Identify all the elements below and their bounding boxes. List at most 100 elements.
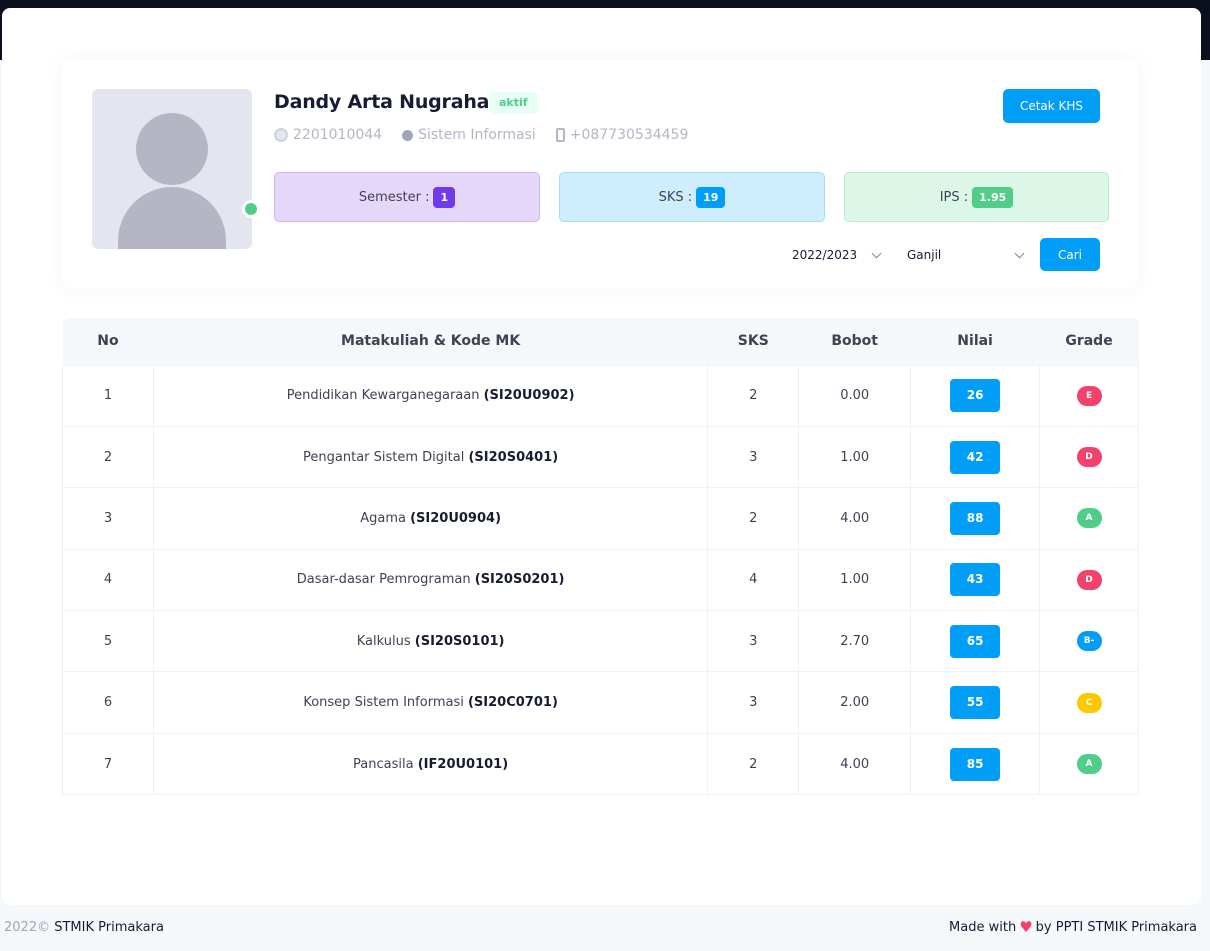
header-nilai: Nilai [910, 318, 1040, 365]
row-no: 4 [62, 548, 154, 612]
online-status-icon [242, 200, 260, 218]
footer: 2022© STMIK Primakara Made with ♥ by PPT… [0, 905, 1210, 951]
grade-badge: C [1076, 692, 1102, 713]
row-bobot: 2.70 [798, 610, 912, 673]
chevron-down-icon [871, 248, 882, 258]
year-select[interactable]: 2022/2023 [792, 240, 882, 270]
avatar-body-icon [118, 187, 226, 249]
print-khs-button[interactable]: Cetak KHS [1003, 89, 1100, 123]
year-select-value: 2022/2023 [792, 248, 858, 262]
header-no: No [62, 318, 154, 365]
grades-table: No Matakuliah & Kode MK SKS Bobot Nilai … [62, 318, 1139, 796]
course-code: (SI20S0201) [474, 572, 565, 588]
row-sks: 3 [707, 425, 800, 489]
table-row: 2 Pengantar Sistem Digital (SI20S0401) 3 1.… [62, 425, 1139, 489]
footer-credit: Made with ♥ by PPTI STMIK Primakara [949, 918, 1197, 936]
row-course: Pancasila (IF20U0101) [152, 732, 709, 796]
row-sks: 2 [707, 732, 800, 796]
score-badge: 85 [950, 747, 1001, 781]
row-nilai: 26 [910, 364, 1041, 427]
phone-icon [555, 128, 565, 142]
row-sks: 3 [707, 610, 800, 673]
table-row: 7 Pancasila (IF20U0101) 2 4.00 85 A [62, 732, 1139, 796]
chevron-down-icon [1014, 248, 1025, 258]
row-no: 5 [62, 610, 154, 673]
row-sks: 2 [707, 364, 800, 427]
header-grade: Grade [1039, 318, 1139, 365]
student-name: Dandy Arta Nugraha [274, 91, 490, 113]
nim-item: 2201010044 [274, 127, 382, 143]
score-badge: 65 [950, 624, 1001, 658]
row-no: 1 [62, 364, 154, 427]
row-sks: 3 [707, 671, 800, 734]
row-bobot: 1.00 [798, 548, 912, 612]
row-bobot: 2.00 [798, 671, 912, 734]
sks-badge: 19 [696, 186, 726, 208]
grade-badge: B- [1076, 631, 1102, 652]
table-row: 6 Konsep Sistem Informasi (SI20C0701) 3 2.0… [62, 671, 1139, 734]
course-name: Konsep Sistem Informasi [303, 695, 464, 711]
course-name: Pendidikan Kewarganegaraan [286, 388, 480, 404]
row-grade: D [1039, 548, 1139, 612]
course-name: Dasar-dasar Pemrograman [296, 572, 471, 588]
score-badge: 88 [950, 501, 1001, 535]
course-code: (SI20U0902) [483, 388, 575, 404]
ips-badge: 1.95 [972, 186, 1014, 208]
semester-stat: Semester : 1 [274, 172, 540, 222]
row-sks: 2 [707, 487, 800, 550]
row-bobot: 4.00 [798, 487, 912, 550]
row-grade: D [1039, 425, 1139, 489]
phone-item: +087730534459 [555, 127, 689, 143]
table-header-row: No Matakuliah & Kode MK SKS Bobot Nilai … [62, 318, 1139, 365]
term-select[interactable]: Ganjil [907, 240, 1025, 270]
header-sks: SKS [707, 318, 799, 365]
score-badge: 26 [950, 379, 1001, 413]
grades-body: 1 Pendidikan Kewarganegaraan (SI20U0902) 2… [62, 364, 1139, 796]
row-no: 3 [62, 487, 154, 550]
row-nilai: 65 [910, 610, 1041, 673]
course-code: (SI20S0101) [414, 633, 505, 649]
row-grade: E [1039, 364, 1139, 427]
table-row: 1 Pendidikan Kewarganegaraan (SI20U0902) 2… [62, 364, 1139, 427]
row-nilai: 42 [910, 425, 1041, 489]
row-course: Kalkulus (SI20S0101) [152, 610, 709, 673]
avatar [92, 89, 252, 249]
program-value: Sistem Informasi [418, 127, 536, 143]
footer-org[interactable]: STMIK Primakara [54, 920, 164, 935]
row-bobot: 4.00 [798, 732, 912, 796]
course-code: (SI20C0701) [467, 695, 558, 711]
course-name: Kalkulus [356, 633, 411, 649]
semester-badge: 1 [433, 186, 456, 208]
row-bobot: 0.00 [798, 364, 912, 427]
row-nilai: 85 [910, 732, 1041, 796]
row-bobot: 1.00 [798, 425, 912, 489]
row-course: Agama (SI20U0904) [152, 487, 709, 550]
row-nilai: 43 [910, 548, 1041, 612]
grade-badge: A [1076, 754, 1102, 775]
phone-value: +087730534459 [569, 127, 689, 143]
score-badge: 42 [950, 440, 1001, 474]
header-course: Matakuliah & Kode MK [153, 318, 708, 365]
ips-stat: IPS : 1.95 [844, 172, 1109, 222]
search-button[interactable]: Cari [1040, 238, 1100, 271]
grade-badge: E [1076, 385, 1102, 406]
heart-icon: ♥ [1019, 918, 1033, 936]
row-grade: B- [1039, 610, 1139, 673]
semester-label: Semester : [358, 189, 430, 205]
course-code: (SI20U0904) [410, 510, 502, 526]
footer-by[interactable]: by PPTI STMIK Primakara [1036, 920, 1197, 935]
dot-icon [402, 129, 414, 141]
row-grade: A [1039, 487, 1139, 550]
table-row: 3 Agama (SI20U0904) 2 4.00 88 A [62, 487, 1139, 550]
course-name: Pengantar Sistem Digital [303, 449, 465, 465]
score-badge: 43 [950, 563, 1001, 597]
grade-badge: D [1076, 447, 1102, 468]
avatar-head-icon [136, 113, 208, 185]
row-sks: 4 [707, 548, 800, 612]
table-row: 4 Dasar-dasar Pemrograman (SI20S0201) 4 1.0… [62, 548, 1139, 612]
grade-badge: A [1076, 508, 1102, 529]
sks-stat: SKS : 19 [559, 172, 825, 222]
table-row: 5 Kalkulus (SI20S0101) 3 2.70 65 B- [62, 610, 1139, 673]
student-meta: 2201010044 Sistem Informasi +08773053445… [274, 126, 708, 144]
grade-badge: D [1076, 569, 1102, 590]
